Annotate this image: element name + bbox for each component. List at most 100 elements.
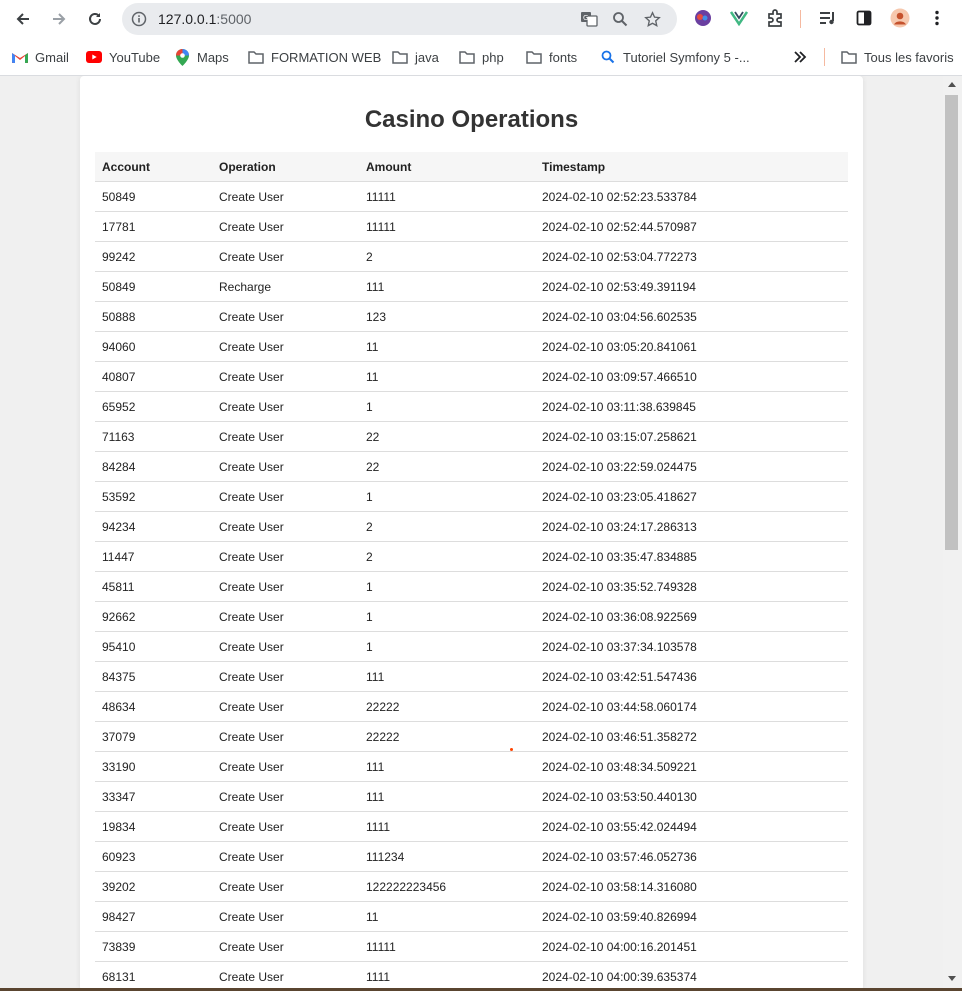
cell-operation: Create User <box>212 421 359 452</box>
side-panel-icon[interactable] <box>854 8 874 28</box>
bookmarks-divider <box>824 48 825 66</box>
extension-vue-icon[interactable] <box>729 8 749 28</box>
scroll-up-arrow-icon[interactable] <box>948 82 956 87</box>
bookmark-label: FORMATION WEB <box>271 49 382 65</box>
media-control-icon[interactable] <box>818 8 838 28</box>
folder-icon <box>248 49 264 65</box>
search-icon <box>600 49 616 65</box>
cell-account: 37079 <box>95 721 212 752</box>
forward-button[interactable] <box>47 7 71 31</box>
cell-amount: 111234 <box>359 841 535 872</box>
bookmark-gmail[interactable]: Gmail <box>12 48 69 66</box>
cell-amount: 111 <box>359 661 535 692</box>
cell-amount: 22222 <box>359 721 535 752</box>
bookmark-tutoriel-symfony[interactable]: Tutoriel Symfony 5 -... <box>600 48 750 66</box>
cell-timestamp: 2024-02-10 03:22:59.024475 <box>535 451 848 482</box>
cell-timestamp: 2024-02-10 03:37:34.103578 <box>535 631 848 662</box>
cell-amount: 1111 <box>359 961 535 991</box>
cell-amount: 22 <box>359 421 535 452</box>
cell-account: 68131 <box>95 961 212 991</box>
cell-amount: 111 <box>359 751 535 782</box>
zoom-icon[interactable] <box>611 10 629 28</box>
extensions-puzzle-icon[interactable] <box>765 8 785 28</box>
extension-avatar-icon[interactable] <box>693 8 713 28</box>
cell-account: 40807 <box>95 361 212 392</box>
bookmark-label: Tous les favoris <box>864 49 954 65</box>
cell-operation: Create User <box>212 811 359 842</box>
table-row: 95410 Create User 1 2024-02-10 03:37:34.103… <box>95 631 848 662</box>
table-row: 17781 Create User 11111 2024-02-10 02:52:44… <box>95 211 848 242</box>
bookmarks-overflow-button[interactable] <box>792 48 815 66</box>
bookmark-folder-php[interactable]: php <box>459 48 504 66</box>
column-header-timestamp: Timestamp <box>535 152 848 182</box>
cell-timestamp: 2024-02-10 03:35:47.834885 <box>535 541 848 572</box>
cell-account: 65952 <box>95 391 212 422</box>
cell-account: 71163 <box>95 421 212 452</box>
bookmark-folder-formation-web[interactable]: FORMATION WEB <box>248 48 381 66</box>
double-chevron-right-icon <box>792 49 808 65</box>
bookmark-youtube[interactable]: YouTube <box>86 48 160 66</box>
table-body: 50849 Create User 11111 2024-02-10 02:52:23… <box>95 181 848 991</box>
cell-operation: Create User <box>212 781 359 812</box>
back-button[interactable] <box>11 7 35 31</box>
cell-amount: 2 <box>359 541 535 572</box>
cell-operation: Create User <box>212 691 359 722</box>
cell-amount: 2 <box>359 511 535 542</box>
cell-operation: Create User <box>212 721 359 752</box>
table-row: 45811 Create User 1 2024-02-10 03:35:52.749… <box>95 571 848 602</box>
cell-amount: 1 <box>359 571 535 602</box>
table-row: 37079 Create User 22222 2024-02-10 03:46:51… <box>95 721 848 752</box>
reload-button[interactable] <box>83 7 107 31</box>
cell-amount: 11111 <box>359 181 535 212</box>
browser-toolbar: 127.0.0.1:5000 G <box>0 0 962 38</box>
scroll-down-arrow-icon[interactable] <box>948 976 956 981</box>
url-text[interactable]: 127.0.0.1:5000 <box>158 11 251 27</box>
cell-timestamp: 2024-02-10 03:44:58.060174 <box>535 691 848 722</box>
cell-timestamp: 2024-02-10 03:23:05.418627 <box>535 481 848 512</box>
bookmark-label: java <box>415 49 439 65</box>
cell-operation: Create User <box>212 931 359 962</box>
cell-amount: 1 <box>359 601 535 632</box>
vertical-scrollbar[interactable] <box>943 76 962 991</box>
table-row: 71163 Create User 22 2024-02-10 03:15:07.25… <box>95 421 848 452</box>
bookmark-star-icon[interactable] <box>643 10 661 28</box>
address-bar[interactable]: 127.0.0.1:5000 G <box>122 3 677 35</box>
cell-operation: Create User <box>212 901 359 932</box>
bookmark-folder-java[interactable]: java <box>392 48 439 66</box>
cell-operation: Create User <box>212 391 359 422</box>
cell-operation: Create User <box>212 571 359 602</box>
bookmark-label: YouTube <box>109 49 161 65</box>
maps-icon <box>174 48 190 66</box>
cell-account: 11447 <box>95 541 212 572</box>
translate-icon[interactable]: G <box>580 10 598 28</box>
cell-timestamp: 2024-02-10 03:42:51.547436 <box>535 661 848 692</box>
bookmark-folder-tous-les-favoris[interactable]: Tous les favoris <box>841 48 954 66</box>
table-row: 33190 Create User 111 2024-02-10 03:48:34.5… <box>95 751 848 782</box>
bookmark-folder-fonts[interactable]: fonts <box>526 48 577 66</box>
cell-account: 95410 <box>95 631 212 662</box>
profile-avatar-icon[interactable] <box>890 8 910 28</box>
table-row: 53592 Create User 1 2024-02-10 03:23:05.418… <box>95 481 848 512</box>
folder-icon <box>392 49 408 65</box>
cell-amount: 11111 <box>359 931 535 962</box>
table-header-row: Account Operation Amount Timestamp <box>95 152 848 182</box>
cell-operation: Recharge <box>212 271 359 302</box>
cell-operation: Create User <box>212 481 359 512</box>
cell-account: 60923 <box>95 841 212 872</box>
cell-timestamp: 2024-02-10 03:09:57.466510 <box>535 361 848 392</box>
table-row: 50849 Create User 11111 2024-02-10 02:52:23… <box>95 181 848 212</box>
bookmark-maps[interactable]: Maps <box>174 48 229 66</box>
cell-amount: 11 <box>359 331 535 362</box>
table-row: 33347 Create User 111 2024-02-10 03:53:50.4… <box>95 781 848 812</box>
menu-kebab-icon[interactable] <box>927 8 947 28</box>
site-info-icon[interactable] <box>130 10 148 28</box>
cell-timestamp: 2024-02-10 04:00:39.635374 <box>535 961 848 991</box>
cell-amount: 111 <box>359 271 535 302</box>
cell-operation: Create User <box>212 361 359 392</box>
scrollbar-thumb[interactable] <box>945 95 958 550</box>
cell-operation: Create User <box>212 301 359 332</box>
cursor-dot <box>510 748 513 751</box>
cell-account: 94234 <box>95 511 212 542</box>
cell-operation: Create User <box>212 841 359 872</box>
cell-timestamp: 2024-02-10 03:04:56.602535 <box>535 301 848 332</box>
